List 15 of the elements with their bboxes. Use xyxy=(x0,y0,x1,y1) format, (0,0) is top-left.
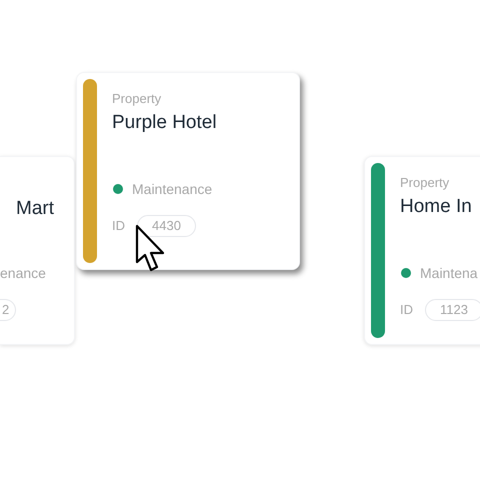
property-card[interactable]: Property Purple Hotel Maintenance ID 4430 xyxy=(76,72,300,270)
id-pill: 2 xyxy=(0,299,16,321)
property-label: Property xyxy=(400,174,450,192)
property-card[interactable]: Property Home In Maintena ID 1123 xyxy=(364,156,480,345)
id-label: ID xyxy=(400,301,413,320)
property-name: Home In xyxy=(400,195,473,219)
status-text: enance xyxy=(0,264,47,283)
property-name: Purple Hotel xyxy=(112,111,217,135)
id-pill: 1123 xyxy=(425,299,480,321)
property-label: Property xyxy=(112,90,162,108)
status-text: Maintenance xyxy=(132,180,212,199)
status-text: Maintena xyxy=(420,264,478,283)
property-card[interactable]: Mart enance 2 xyxy=(0,156,75,345)
property-name: Mart xyxy=(16,197,54,221)
id-label: ID xyxy=(112,217,125,236)
